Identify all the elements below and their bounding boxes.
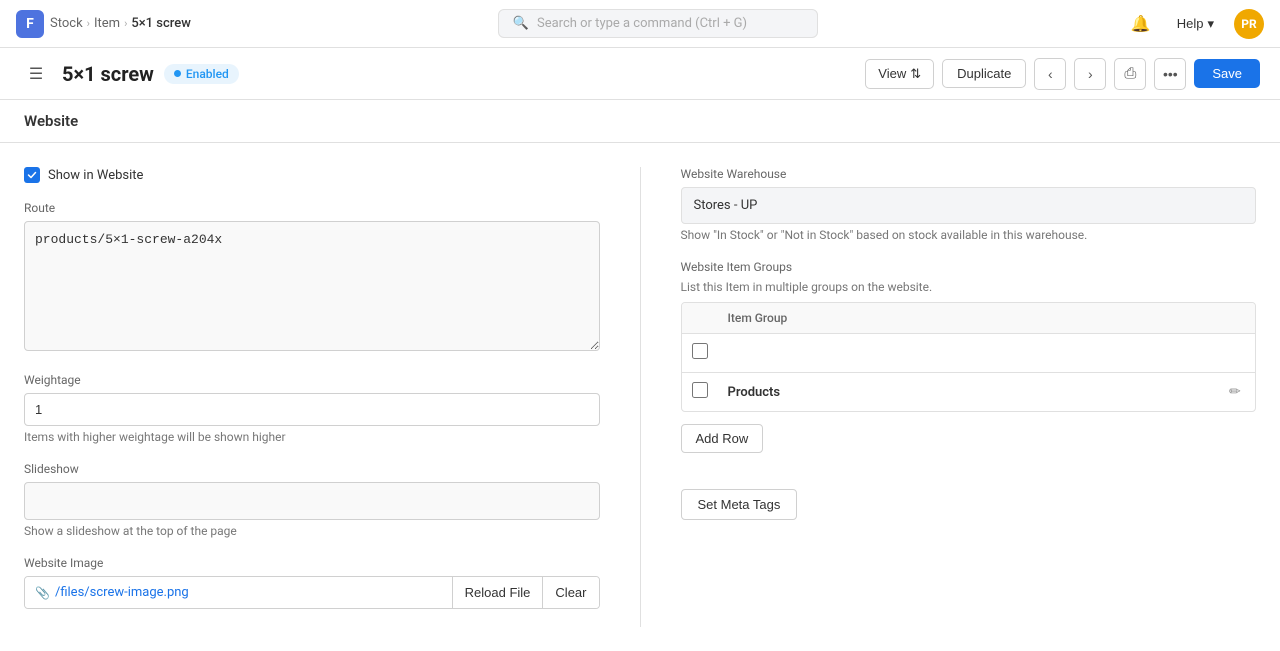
form-left: Show in Website Route Weightage Items wi… [24,167,641,627]
table-row [682,334,1256,373]
chevron-down-icon: ▾ [1207,16,1214,32]
search-bar[interactable]: 🔍 Search or type a command (Ctrl + G) [498,9,818,38]
item-groups-hint: List this Item in multiple groups on the… [681,280,1257,294]
prev-button[interactable]: ‹ [1034,58,1066,90]
route-group: Route [24,201,600,355]
clear-button[interactable]: Clear [542,577,598,608]
website-image-group: Website Image 📎 /files/screw-image.png R… [24,556,600,609]
warehouse-field: Stores - UP [681,187,1257,224]
reload-file-button[interactable]: Reload File [452,577,543,608]
avatar: PR [1234,9,1264,39]
view-label: View [878,66,906,81]
row-checkbox[interactable] [692,343,708,359]
show-in-website-row: Show in Website [24,167,600,183]
route-label: Route [24,201,600,215]
item-group-name [718,334,1220,373]
item-group-name: Products [718,373,1220,412]
duplicate-button[interactable]: Duplicate [942,59,1026,88]
content-area: Website Show in Website Route [0,100,1280,651]
next-button[interactable]: › [1074,58,1106,90]
form-body: Show in Website Route Weightage Items wi… [0,143,1280,651]
item-groups-group: Website Item Groups List this Item in mu… [681,260,1257,471]
weightage-hint: Items with higher weightage will be show… [24,430,600,444]
search-container[interactable]: 🔍 Search or type a command (Ctrl + G) [191,9,1125,38]
save-button[interactable]: Save [1194,59,1260,88]
print-button[interactable]: ⎙ [1114,58,1146,90]
add-row-button[interactable]: Add Row [681,424,764,453]
file-name-area: 📎 /files/screw-image.png [25,577,452,608]
app-logo[interactable]: F [16,10,44,38]
website-image-label: Website Image [24,556,600,570]
col-action-header [1219,303,1255,334]
slideshow-group: Slideshow Show a slideshow at the top of… [24,462,600,538]
item-groups-table: Item Group Products ✏ [682,303,1256,411]
warehouse-hint: Show "In Stock" or "Not in Stock" based … [681,228,1257,242]
page-title-group: ☰ 5×1 screw Enabled [20,58,239,90]
breadcrumb-stock[interactable]: Stock [50,16,83,31]
edit-icon[interactable]: ✏ [1229,384,1241,400]
breadcrumb-sep-2: › [124,17,127,30]
more-options-button[interactable]: ••• [1154,58,1186,90]
table-row: Products ✏ [682,373,1256,412]
topbar: F Stock › Item › 5×1 screw 🔍 Search or t… [0,0,1280,48]
page-toolbar: ☰ 5×1 screw Enabled View ⇅ Duplicate ‹ ›… [0,48,1280,100]
status-label: Enabled [186,67,229,81]
col-item-group-header: Item Group [718,303,1220,334]
item-groups-table-wrapper: Item Group Products ✏ [681,302,1257,412]
form-right: Website Warehouse Stores - UP Show "In S… [641,167,1257,627]
section-header: Website [0,100,1280,143]
col-checkbox-header [682,303,718,334]
help-button[interactable]: Help ▾ [1167,10,1224,38]
weightage-label: Weightage [24,373,600,387]
help-label: Help [1177,16,1204,31]
slideshow-input[interactable] [24,482,600,520]
status-badge: Enabled [164,64,239,84]
weightage-group: Weightage Items with higher weightage wi… [24,373,600,444]
breadcrumb-current: 5×1 screw [131,16,191,31]
search-placeholder: Search or type a command (Ctrl + G) [537,16,747,31]
status-dot [174,70,181,77]
item-groups-label: Website Item Groups [681,260,1257,274]
toolbar-actions: View ⇅ Duplicate ‹ › ⎙ ••• Save [865,58,1260,90]
checkmark-icon [27,170,37,180]
breadcrumb: Stock › Item › 5×1 screw [50,16,191,31]
file-name-text: /files/screw-image.png [55,585,189,600]
show-in-website-checkbox[interactable] [24,167,40,183]
file-row: 📎 /files/screw-image.png Reload File Cle… [24,576,600,609]
search-icon: 🔍 [513,16,529,31]
set-meta-tags-button[interactable]: Set Meta Tags [681,489,798,520]
notification-button[interactable]: 🔔 [1125,8,1157,40]
topbar-right: 🔔 Help ▾ PR [1125,8,1264,40]
attachment-icon: 📎 [35,586,50,600]
main-content: Website Show in Website Route [0,100,1280,651]
row-checkbox[interactable] [692,382,708,398]
page-title: 5×1 screw [62,62,154,86]
view-button[interactable]: View ⇅ [865,59,934,89]
slideshow-hint: Show a slideshow at the top of the page [24,524,600,538]
topbar-left: F Stock › Item › 5×1 screw [16,10,191,38]
route-input[interactable] [24,221,600,351]
warehouse-group: Website Warehouse Stores - UP Show "In S… [681,167,1257,242]
show-in-website-label: Show in Website [48,168,143,183]
weightage-input[interactable] [24,393,600,426]
breadcrumb-sep-1: › [87,17,90,30]
slideshow-label: Slideshow [24,462,600,476]
breadcrumb-item[interactable]: Item [94,16,120,31]
warehouse-label: Website Warehouse [681,167,1257,181]
menu-toggle-button[interactable]: ☰ [20,58,52,90]
view-chevron-icon: ⇅ [910,66,921,82]
